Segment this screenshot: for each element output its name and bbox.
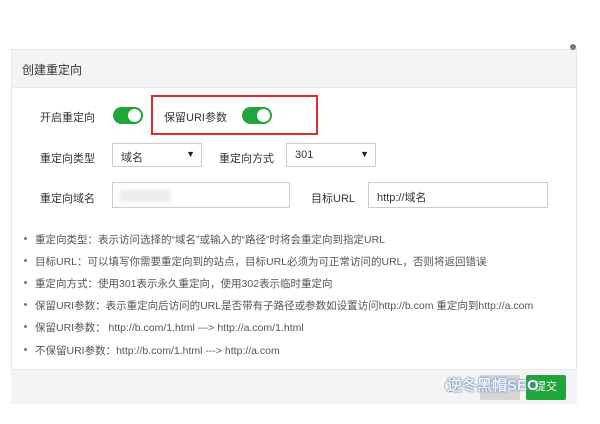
toggle-knob: [257, 109, 270, 122]
bullet-icon: [24, 281, 27, 284]
bullet-icon: [24, 237, 27, 240]
enable-redirect-toggle[interactable]: [113, 107, 143, 124]
close-dot-icon[interactable]: [570, 44, 576, 50]
dropdown-arrow-icon: ▼: [360, 149, 369, 159]
redirect-method-label: 重定向方式: [219, 153, 274, 165]
redirect-method-value: 301: [295, 149, 314, 161]
toggle-knob: [128, 109, 141, 122]
redirect-method-select[interactable]: 301 ▼: [286, 143, 376, 167]
keep-uri-label: 保留URI参数: [164, 112, 227, 124]
dropdown-arrow-icon: ▼: [186, 149, 195, 159]
bullet-icon: [24, 259, 27, 262]
target-url-label: 目标URL: [311, 193, 356, 205]
watermark-text: 逆冬黑帽SEO: [447, 377, 539, 394]
redirect-domain-input[interactable]: [112, 182, 290, 208]
enable-redirect-label: 开启重定向: [40, 112, 95, 124]
blurred-domain-value: [119, 190, 171, 202]
target-url-value: http://域名: [377, 192, 427, 204]
redirect-type-value: 域名: [121, 152, 143, 164]
bullet-icon: [24, 348, 27, 351]
keep-uri-toggle[interactable]: [242, 107, 272, 124]
redirect-type-select[interactable]: 域名 ▼: [112, 143, 202, 167]
dialog-header: 创建重定向: [12, 50, 576, 88]
bullet-icon: [24, 303, 27, 306]
dialog-title: 创建重定向: [22, 63, 83, 77]
bullet-icon: [24, 325, 27, 328]
redirect-type-label: 重定向类型: [40, 153, 95, 165]
target-url-input[interactable]: http://域名: [368, 182, 548, 208]
redirect-domain-label: 重定向域名: [40, 193, 95, 205]
